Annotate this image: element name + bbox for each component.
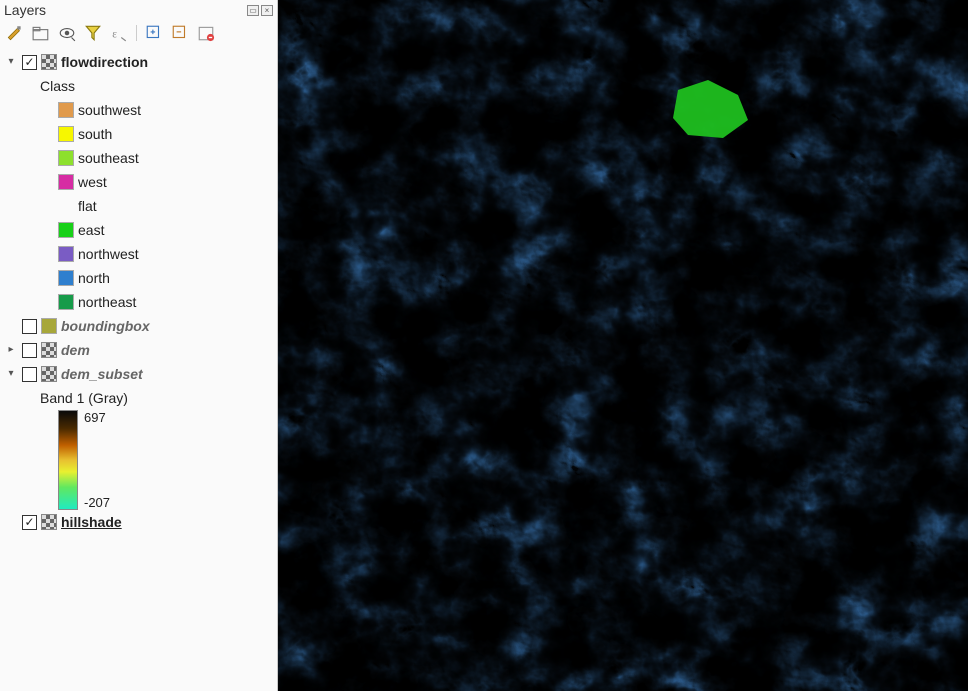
legend-label: east xyxy=(78,220,104,240)
legend-label: north xyxy=(78,268,110,288)
legend-item: west xyxy=(4,170,273,194)
gradient-max-label: 697 xyxy=(84,410,110,425)
visibility-checkbox[interactable]: ✓ xyxy=(22,55,37,70)
layer-row-boundingbox[interactable]: ✓ boundingbox xyxy=(4,314,273,338)
legend-label: south xyxy=(78,124,112,144)
color-swatch-icon xyxy=(41,318,57,334)
visibility-checkbox[interactable]: ✓ xyxy=(22,343,37,358)
legend-item: flat xyxy=(4,194,273,218)
color-swatch-icon xyxy=(58,270,74,286)
color-swatch-icon xyxy=(58,102,74,118)
remove-layer-button[interactable] xyxy=(197,24,215,42)
layer-row-dem-subset[interactable]: ▾ ✓ dem_subset xyxy=(4,362,273,386)
legend-item: north xyxy=(4,266,273,290)
layer-row-dem[interactable]: ▸ ✓ dem xyxy=(4,338,273,362)
expand-all-button[interactable] xyxy=(145,24,163,42)
close-icon[interactable]: × xyxy=(261,5,273,16)
gradient-min-label: -207 xyxy=(84,495,110,510)
panel-header: Layers ▭ × xyxy=(0,0,277,20)
color-swatch-icon xyxy=(58,294,74,310)
raster-layer-icon xyxy=(41,514,57,530)
legend-item: southwest xyxy=(4,98,273,122)
legend-label: southeast xyxy=(78,148,139,168)
layer-name-label: boundingbox xyxy=(61,316,150,336)
gradient-labels: 697 -207 xyxy=(84,410,110,510)
legend-item: northwest xyxy=(4,242,273,266)
layer-name-label: hillshade xyxy=(61,512,122,532)
layers-tree: ▾ ✓ flowdirection Class southwest south … xyxy=(0,48,277,691)
legend-heading-row: Class xyxy=(4,74,273,98)
add-group-button[interactable] xyxy=(32,24,50,42)
legend-heading: Class xyxy=(40,76,75,96)
visibility-checkbox[interactable]: ✓ xyxy=(22,319,37,334)
color-swatch-icon xyxy=(58,150,74,166)
filter-by-expression-button[interactable]: ε xyxy=(110,24,128,42)
terrain-render xyxy=(278,0,968,691)
map-canvas[interactable] xyxy=(278,0,968,691)
color-swatch-icon xyxy=(58,222,74,238)
legend-label: flat xyxy=(78,196,97,216)
legend-label: northeast xyxy=(78,292,136,312)
layer-row-flowdirection[interactable]: ▾ ✓ flowdirection xyxy=(4,50,273,74)
collapse-all-button[interactable] xyxy=(171,24,189,42)
color-swatch-icon xyxy=(58,174,74,190)
legend-item: southeast xyxy=(4,146,273,170)
band-label: Band 1 (Gray) xyxy=(40,388,128,408)
toolbar-separator xyxy=(136,25,137,41)
legend-label: west xyxy=(78,172,107,192)
panel-window-buttons: ▭ × xyxy=(247,5,273,16)
svg-text:ε: ε xyxy=(112,29,117,41)
visibility-checkbox[interactable]: ✓ xyxy=(22,367,37,382)
panel-title: Layers xyxy=(4,2,46,18)
style-layer-button[interactable] xyxy=(6,24,24,42)
filter-legend-button[interactable] xyxy=(84,24,102,42)
expand-toggle-icon[interactable]: ▾ xyxy=(4,55,18,69)
gradient-bar-icon xyxy=(58,410,78,510)
layers-panel: Layers ▭ × ε xyxy=(0,0,278,691)
raster-layer-icon xyxy=(41,342,57,358)
legend-item: northeast xyxy=(4,290,273,314)
layers-toolbar: ε xyxy=(0,20,277,48)
legend-label: southwest xyxy=(78,100,141,120)
legend-label: northwest xyxy=(78,244,139,264)
legend-item: east xyxy=(4,218,273,242)
band-label-row: Band 1 (Gray) xyxy=(4,386,273,410)
expand-toggle-icon[interactable]: ▸ xyxy=(4,343,18,357)
visibility-checkbox[interactable]: ✓ xyxy=(22,515,37,530)
color-swatch-icon xyxy=(58,126,74,142)
raster-layer-icon xyxy=(41,366,57,382)
legend-item: south xyxy=(4,122,273,146)
manage-visibility-button[interactable] xyxy=(58,24,76,42)
layer-name-label: flowdirection xyxy=(61,52,148,72)
layer-row-hillshade[interactable]: ✓ hillshade xyxy=(4,510,273,534)
layer-name-label: dem_subset xyxy=(61,364,143,384)
layer-name-label: dem xyxy=(61,340,90,360)
undock-icon[interactable]: ▭ xyxy=(247,5,259,16)
raster-layer-icon xyxy=(41,54,57,70)
color-swatch-icon xyxy=(58,246,74,262)
color-swatch-icon xyxy=(58,198,74,214)
expand-toggle-icon[interactable]: ▾ xyxy=(4,367,18,381)
gradient-legend: 697 -207 xyxy=(4,410,273,510)
